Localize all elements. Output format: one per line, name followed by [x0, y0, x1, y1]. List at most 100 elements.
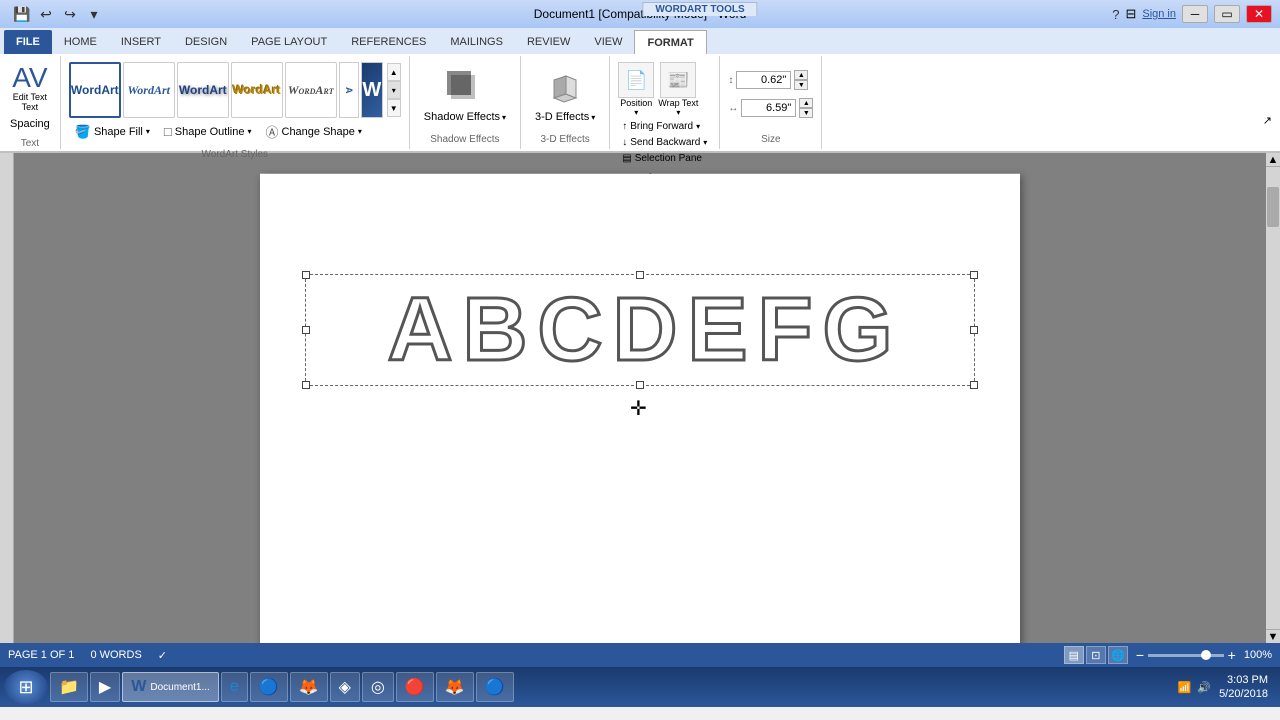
handle-bottom-right[interactable] [970, 381, 978, 389]
wordart-styles-group: WordArt WordArt WordArt WordArt WordArt [61, 56, 410, 149]
taskbar-chrome[interactable]: 🔵 [250, 672, 288, 702]
width-decrement[interactable]: ▼ [799, 108, 813, 118]
wordart-style-vertical[interactable]: A [339, 62, 359, 118]
minimize-button[interactable]: ─ [1182, 5, 1208, 23]
shape-fill-button[interactable]: 🪣 Shape Fill ▾ [71, 122, 154, 142]
print-layout-view-button[interactable]: ▤ [1064, 646, 1084, 664]
handle-top-middle[interactable] [636, 271, 644, 279]
wordart-style-1[interactable]: WordArt [69, 62, 121, 118]
edit-text-button[interactable]: AV Edit Text Text [10, 62, 49, 114]
tab-page-layout[interactable]: PAGE LAYOUT [239, 30, 339, 54]
title-bar: 💾 ↩ ↪ ▾ Document1 [Compatibility Mode] -… [0, 0, 1280, 28]
redo-icon[interactable]: ↪ [60, 4, 80, 24]
shape-outline-button[interactable]: □ Shape Outline ▾ [160, 122, 256, 141]
wordart-style-2[interactable]: WordArt [123, 62, 175, 118]
wordart-style-3[interactable]: WordArt [177, 62, 229, 118]
send-backward-button[interactable]: ↓ Send Backward ▾ [618, 135, 711, 150]
handle-top-left[interactable] [302, 271, 310, 279]
taskbar-app5[interactable]: 🦊 [290, 672, 328, 702]
scroll-up-button[interactable]: ▲ [1266, 153, 1280, 167]
selection-pane-button[interactable]: ▤ Selection Pane [618, 151, 711, 166]
proofing-check-icon: ✓ [158, 649, 167, 662]
close-button[interactable]: ✕ [1246, 5, 1272, 23]
restore-button[interactable]: ▭ [1214, 5, 1240, 23]
document-main[interactable]: A B C D E F G ✛ [14, 153, 1266, 643]
wrap-text-button[interactable]: 📰 Wrap Text ▾ [658, 62, 698, 117]
bring-forward-button[interactable]: ↑ Bring Forward ▾ [618, 119, 711, 134]
height-decrement[interactable]: ▼ [794, 80, 808, 90]
tab-design[interactable]: DESIGN [173, 30, 239, 54]
position-button[interactable]: 📄 Position ▾ [618, 62, 654, 117]
size-group: ↕ 0.62" ▲ ▼ ↔ 6.59" ▲ ▼ ↗ Size [720, 56, 822, 149]
proofing-icon[interactable]: ✓ [158, 649, 167, 662]
handle-bottom-middle[interactable] [636, 381, 644, 389]
taskbar-right: 📶 🔊 3:03 PM 5/20/2018 [1178, 673, 1276, 702]
web-layout-view-button[interactable]: 🌐 [1108, 646, 1128, 664]
ribbon-minimize-icon[interactable]: ⊟ [1125, 6, 1136, 22]
save-icon[interactable]: 💾 [12, 4, 32, 24]
threed-effects-button[interactable]: 3-D Effects ▾ [529, 63, 601, 127]
tab-format[interactable]: FORMAT [634, 30, 706, 55]
view-buttons: ▤ ⊡ 🌐 [1064, 646, 1128, 664]
vertical-ruler [0, 153, 14, 643]
taskbar-app10[interactable]: 🔵 [476, 672, 514, 702]
document-area: A B C D E F G ✛ ▲ ▼ [0, 153, 1280, 643]
scroll-up-button[interactable]: ▲ [387, 63, 401, 81]
sign-in-label[interactable]: Sign in [1142, 8, 1176, 20]
arrange-group: 📄 Position ▾ 📰 Wrap Text ▾ [610, 56, 720, 149]
zoom-out-button[interactable]: − [1136, 647, 1144, 663]
taskbar-app7[interactable]: ◎ [362, 672, 394, 702]
help-icon[interactable]: ? [1112, 7, 1119, 22]
tab-file[interactable]: FILE [4, 30, 52, 54]
height-input[interactable]: 0.62" [736, 71, 791, 89]
undo-icon[interactable]: ↩ [36, 4, 56, 24]
taskbar-app8[interactable]: 🔴 [396, 672, 434, 702]
width-input-row: ↔ 6.59" ▲ ▼ [728, 98, 813, 118]
tab-view[interactable]: VIEW [582, 30, 634, 54]
wordart-style-5[interactable]: WordArt [285, 62, 337, 118]
wordart-style-4[interactable]: WordArt [231, 62, 283, 118]
zoom-track[interactable] [1148, 654, 1224, 657]
tab-home[interactable]: HOME [52, 30, 109, 54]
width-increment[interactable]: ▲ [799, 98, 813, 108]
taskbar-ie[interactable]: e [221, 672, 248, 702]
width-input[interactable]: 6.59" [741, 99, 796, 117]
change-shape-button[interactable]: Ⓐ Change Shape ▾ [261, 120, 365, 143]
handle-bottom-left[interactable] [302, 381, 310, 389]
spacing-button[interactable]: Spacing [8, 116, 52, 132]
wordart-letters: A B C D E F G [306, 285, 974, 375]
taskbar-explorer[interactable]: 📁 [50, 672, 88, 702]
letter-E: E [682, 285, 752, 375]
move-cursor: ✛ [630, 396, 650, 416]
zoom-in-button[interactable]: + [1228, 647, 1236, 663]
handle-top-right[interactable] [970, 271, 978, 279]
word-icon: W [131, 678, 146, 696]
tab-references[interactable]: REFERENCES [339, 30, 438, 54]
document-page[interactable]: A B C D E F G ✛ [260, 174, 1020, 643]
full-screen-view-button[interactable]: ⊡ [1086, 646, 1106, 664]
scroll-down-button[interactable]: ▼ [387, 99, 401, 117]
vertical-scrollbar[interactable]: ▲ ▼ [1266, 153, 1280, 643]
letter-F: F [753, 285, 818, 375]
taskbar-wmp[interactable]: ▶ [90, 672, 120, 702]
wordart-style-w[interactable]: W [361, 62, 383, 118]
customize-icon[interactable]: ▾ [84, 4, 104, 24]
scroll-track[interactable] [1266, 167, 1280, 629]
scroll-mid-button[interactable]: ▾ [387, 81, 401, 99]
time-display: 3:03 PM [1219, 673, 1268, 687]
word-task-label: Document1... [150, 682, 209, 693]
scroll-down-arrow[interactable]: ▼ [1266, 629, 1280, 643]
taskbar-word[interactable]: W Document1... [122, 672, 219, 702]
taskbar-app6[interactable]: ◈ [330, 672, 360, 702]
wordart-object[interactable]: A B C D E F G ✛ [305, 274, 975, 386]
scroll-thumb[interactable] [1267, 187, 1279, 227]
height-increment[interactable]: ▲ [794, 70, 808, 80]
shadow-effects-button[interactable]: Shadow Effects ▾ [418, 63, 512, 127]
start-button[interactable]: ⊞ [4, 670, 48, 704]
tab-review[interactable]: REVIEW [515, 30, 582, 54]
tab-mailings[interactable]: MAILINGS [438, 30, 515, 54]
size-dialog-launcher[interactable]: ↗ [1263, 114, 1272, 127]
taskbar-app9[interactable]: 🦊 [436, 672, 474, 702]
tab-insert[interactable]: INSERT [109, 30, 173, 54]
zoom-thumb[interactable] [1201, 650, 1211, 660]
